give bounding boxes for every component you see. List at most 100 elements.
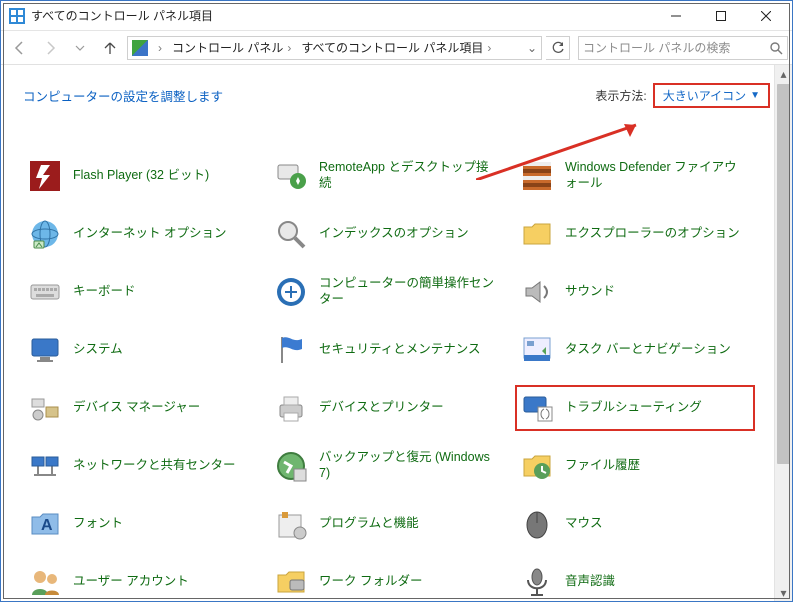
search-box[interactable]: コントロール パネルの検索	[578, 36, 788, 60]
item-label: ネットワークと共有センター	[73, 458, 236, 474]
search-placeholder: コントロール パネルの検索	[583, 39, 769, 56]
ease-icon	[273, 274, 309, 310]
item-backup7[interactable]: バックアップと復元 (Windows 7)	[269, 443, 509, 489]
breadcrumb-1[interactable]: すべてのコントロール パネル項目›	[297, 39, 495, 56]
item-devprint[interactable]: デバイスとプリンター	[269, 385, 509, 431]
users-icon	[27, 564, 63, 600]
devmgr-icon	[27, 390, 63, 426]
flag-icon	[273, 332, 309, 368]
fonts-icon: A	[27, 506, 63, 542]
item-users[interactable]: ユーザー アカウント	[23, 559, 263, 601]
refresh-button[interactable]	[546, 36, 570, 60]
items-grid: Flash Player (32 ビット) RemoteApp とデスクトップ接続…	[23, 153, 770, 601]
address-dropdown-icon[interactable]: ⌄	[523, 41, 541, 55]
breadcrumb-sep[interactable]: ›	[150, 41, 166, 55]
globe-icon	[27, 216, 63, 252]
item-filehist[interactable]: ファイル履歴	[515, 443, 755, 489]
content-area: コンピューターの設定を調整します 表示方法: 大きいアイコン ▼ Flash P…	[1, 65, 774, 601]
monitor-icon	[27, 332, 63, 368]
item-keyboard[interactable]: キーボード	[23, 269, 263, 315]
item-sound[interactable]: サウンド	[515, 269, 755, 315]
keyboard-icon	[27, 274, 63, 310]
item-label: フォント	[73, 516, 123, 532]
item-label: Flash Player (32 ビット)	[73, 168, 209, 184]
item-programs[interactable]: プログラムと機能	[269, 501, 509, 547]
nav-up-button[interactable]	[97, 35, 123, 61]
window-root: すべてのコントロール パネル項目 › コントロール パネル› すべてのコントロー…	[0, 0, 793, 602]
item-label: コンピューターの簡単操作センター	[319, 276, 499, 307]
item-label: インターネット オプション	[73, 226, 226, 242]
address-bar[interactable]: › コントロール パネル› すべてのコントロール パネル項目› ⌄	[127, 36, 542, 60]
item-system[interactable]: システム	[23, 327, 263, 373]
scroll-down-button[interactable]: ▾	[775, 584, 792, 601]
close-button[interactable]	[743, 2, 788, 30]
item-security[interactable]: セキュリティとメンテナンス	[269, 327, 509, 373]
item-label: タスク バーとナビゲーション	[565, 342, 731, 358]
item-mouse[interactable]: マウス	[515, 501, 755, 547]
network-icon	[27, 448, 63, 484]
view-select[interactable]: 大きいアイコン ▼	[653, 83, 770, 108]
search-icon	[769, 41, 783, 55]
magnifier-icon	[273, 216, 309, 252]
chevron-down-icon: ▼	[750, 90, 760, 101]
address-icon	[132, 40, 148, 56]
item-explorer[interactable]: エクスプローラーのオプション	[515, 211, 755, 257]
item-label: ユーザー アカウント	[73, 574, 189, 590]
view-by-label: 表示方法:	[595, 87, 646, 104]
nav-forward-button[interactable]	[37, 35, 63, 61]
item-label: 音声認識	[565, 574, 615, 590]
item-ease[interactable]: コンピューターの簡単操作センター	[269, 269, 509, 315]
programs-icon	[273, 506, 309, 542]
item-label: Windows Defender ファイアウォール	[565, 160, 745, 191]
item-workfolder[interactable]: ワーク フォルダー	[269, 559, 509, 601]
vertical-scrollbar[interactable]: ▴ ▾	[774, 65, 792, 601]
nav-back-button[interactable]	[7, 35, 33, 61]
page-title: コンピューターの設定を調整します	[23, 86, 223, 105]
item-label: エクスプローラーのオプション	[565, 226, 740, 242]
nav-recent-dropdown[interactable]	[67, 35, 93, 61]
scroll-thumb[interactable]	[777, 84, 790, 464]
item-label: バックアップと復元 (Windows 7)	[319, 450, 499, 481]
item-devmgr[interactable]: デバイス マネージャー	[23, 385, 263, 431]
window-title: すべてのコントロール パネル項目	[31, 7, 213, 24]
item-label: プログラムと機能	[319, 516, 419, 532]
svg-text:A: A	[41, 517, 53, 534]
maximize-button[interactable]	[698, 2, 743, 30]
item-label: デバイスとプリンター	[319, 400, 444, 416]
speaker-icon	[519, 274, 555, 310]
troubleshoot-icon	[519, 390, 555, 426]
shield-icon	[519, 158, 555, 194]
breadcrumb-0[interactable]: コントロール パネル›	[168, 39, 295, 56]
item-network[interactable]: ネットワークと共有センター	[23, 443, 263, 489]
flash-icon	[27, 158, 63, 194]
scroll-track[interactable]	[775, 82, 792, 584]
item-taskbar[interactable]: タスク バーとナビゲーション	[515, 327, 755, 373]
filehist-icon	[519, 448, 555, 484]
item-label: ファイル履歴	[565, 458, 640, 474]
item-fonts[interactable]: A フォント	[23, 501, 263, 547]
printer-icon	[273, 390, 309, 426]
workfolder-icon	[273, 564, 309, 600]
item-inet[interactable]: インターネット オプション	[23, 211, 263, 257]
backup-icon	[273, 448, 309, 484]
speech-icon	[519, 564, 555, 600]
item-label: ワーク フォルダー	[319, 574, 422, 590]
item-label: サウンド	[565, 284, 615, 300]
minimize-button[interactable]	[653, 2, 698, 30]
control-panel-icon	[9, 8, 25, 24]
navbar: › コントロール パネル› すべてのコントロール パネル項目› ⌄ コントロール…	[1, 31, 792, 65]
item-defender[interactable]: Windows Defender ファイアウォール	[515, 153, 755, 199]
item-remoteapp[interactable]: RemoteApp とデスクトップ接続	[269, 153, 509, 199]
item-troubleshooting[interactable]: トラブルシューティング	[515, 385, 755, 431]
mouse-icon	[519, 506, 555, 542]
item-label: インデックスのオプション	[319, 226, 469, 242]
scroll-up-button[interactable]: ▴	[775, 65, 792, 82]
item-label: システム	[73, 342, 123, 358]
item-label: キーボード	[73, 284, 136, 300]
item-speech[interactable]: 音声認識	[515, 559, 755, 601]
remoteapp-icon	[273, 158, 309, 194]
item-index[interactable]: インデックスのオプション	[269, 211, 509, 257]
item-label: デバイス マネージャー	[73, 400, 200, 416]
item-flash[interactable]: Flash Player (32 ビット)	[23, 153, 263, 199]
item-label: マウス	[565, 516, 603, 532]
